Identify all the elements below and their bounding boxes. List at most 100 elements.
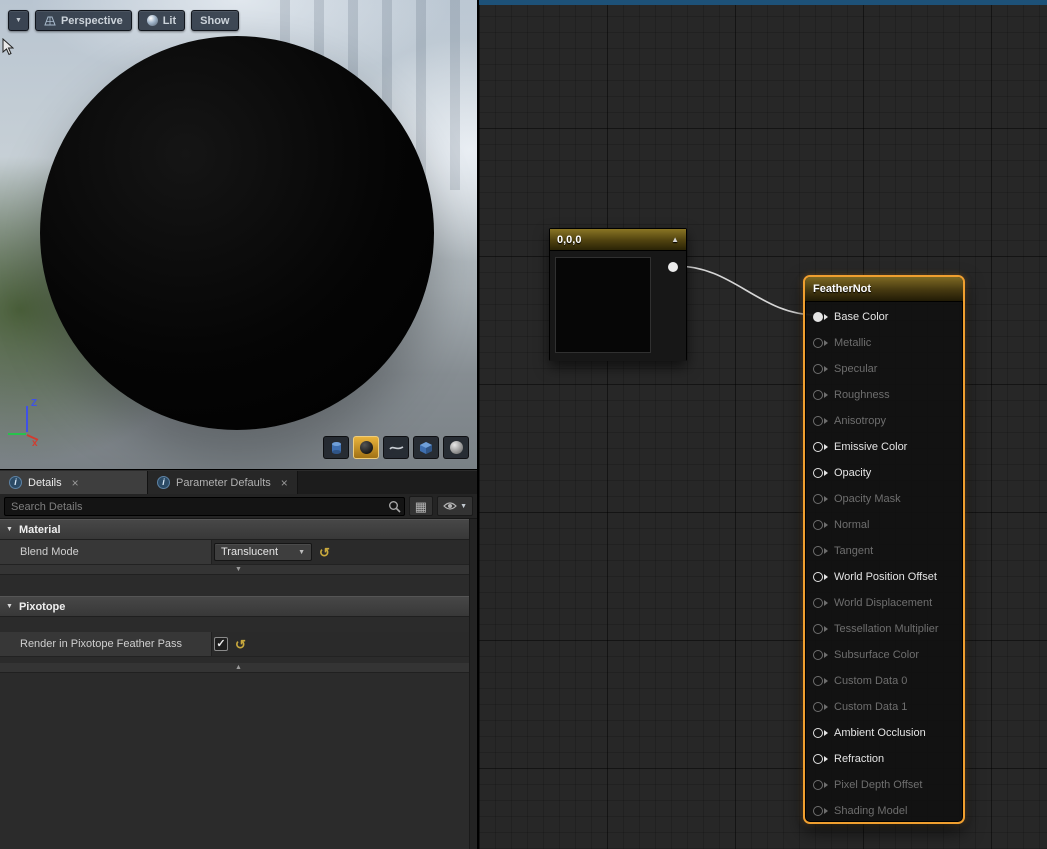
- pin-circle-icon[interactable]: [813, 572, 823, 582]
- cylinder-icon: [330, 441, 343, 455]
- pin-roughness[interactable]: Roughness: [805, 382, 963, 408]
- pin-circle-icon[interactable]: [813, 598, 823, 608]
- pin-custom-data-1[interactable]: Custom Data 1: [805, 694, 963, 720]
- material-preview-viewport[interactable]: ▼ Perspective Lit Show Z: [0, 0, 477, 470]
- search-details-input[interactable]: [4, 497, 405, 516]
- color-preview-swatch: [555, 257, 651, 353]
- pin-specular[interactable]: Specular: [805, 356, 963, 382]
- preview-sphere-button[interactable]: [353, 436, 379, 459]
- pin-world-displacement[interactable]: World Displacement: [805, 590, 963, 616]
- pin-circle-icon[interactable]: [813, 442, 823, 452]
- perspective-icon: [44, 16, 56, 26]
- chevron-down-icon: ▼: [15, 17, 22, 24]
- expand-arrow-icon: ▼: [6, 603, 13, 610]
- preview-cylinder-button[interactable]: [323, 436, 349, 459]
- preview-mesh-buttons: [323, 436, 469, 459]
- pin-circle-icon[interactable]: [813, 468, 823, 478]
- constant-node-header[interactable]: 0,0,0 ▲: [550, 229, 686, 251]
- view-options-button[interactable]: ▼: [437, 496, 473, 516]
- preview-cube-button[interactable]: [413, 436, 439, 459]
- pin-label: Opacity: [834, 467, 871, 479]
- pin-normal[interactable]: Normal: [805, 512, 963, 538]
- pin-circle-icon[interactable]: [813, 520, 823, 530]
- tab-parameter-defaults[interactable]: i Parameter Defaults ×: [148, 471, 298, 494]
- details-scrollbar[interactable]: [469, 519, 477, 849]
- collapse-icon[interactable]: ▲: [671, 235, 679, 244]
- feather-pass-checkbox[interactable]: ✓: [214, 637, 228, 651]
- plane-curve-icon: [389, 444, 404, 452]
- pin-circle-icon[interactable]: [813, 390, 823, 400]
- pin-subsurface-color[interactable]: Subsurface Color: [805, 642, 963, 668]
- pin-label: Tangent: [834, 545, 873, 557]
- advanced-expander-pixotope[interactable]: ▲: [0, 663, 477, 673]
- pin-circle-icon[interactable]: [813, 728, 823, 738]
- pin-custom-data-0[interactable]: Custom Data 0: [805, 668, 963, 694]
- pin-circle-icon[interactable]: [813, 312, 823, 322]
- active-window-highlight-bar: [479, 0, 1047, 5]
- sphere-icon: [360, 441, 373, 454]
- section-header-pixotope[interactable]: ▼ Pixotope: [0, 596, 477, 617]
- pin-circle-icon[interactable]: [813, 364, 823, 374]
- pin-world-position-offset[interactable]: World Position Offset: [805, 564, 963, 590]
- blend-mode-value: Translucent: [221, 546, 278, 558]
- reset-to-default-icon[interactable]: ↺: [235, 638, 246, 651]
- show-button[interactable]: Show: [191, 10, 238, 31]
- preview-teapot-button[interactable]: [443, 436, 469, 459]
- pin-circle-icon[interactable]: [813, 650, 823, 660]
- perspective-button[interactable]: Perspective: [35, 10, 132, 31]
- pin-circle-icon[interactable]: [813, 546, 823, 556]
- pin-metallic[interactable]: Metallic: [805, 330, 963, 356]
- pin-opacity-mask[interactable]: Opacity Mask: [805, 486, 963, 512]
- close-icon[interactable]: ×: [72, 476, 79, 490]
- pin-anisotropy[interactable]: Anisotropy: [805, 408, 963, 434]
- info-icon: i: [157, 476, 170, 489]
- pin-label: World Displacement: [834, 597, 932, 609]
- output-pin[interactable]: [668, 262, 678, 272]
- chevron-down-icon: ▼: [235, 566, 242, 573]
- advanced-expander-material[interactable]: ▼: [0, 565, 477, 575]
- details-tabbar: i Details × i Parameter Defaults ×: [0, 471, 477, 494]
- pin-circle-icon[interactable]: [813, 806, 823, 816]
- constant-color-node[interactable]: 0,0,0 ▲: [549, 228, 687, 361]
- reset-to-default-icon[interactable]: ↺: [319, 546, 330, 559]
- pin-tessellation-multiplier[interactable]: Tessellation Multiplier: [805, 616, 963, 642]
- section-header-material[interactable]: ▼ Material: [0, 519, 477, 540]
- material-node-header[interactable]: FeatherNot: [805, 277, 963, 302]
- pin-circle-icon[interactable]: [813, 676, 823, 686]
- preview-plane-button[interactable]: [383, 436, 409, 459]
- pin-circle-icon[interactable]: [813, 624, 823, 634]
- constant-node-title: 0,0,0: [557, 234, 581, 246]
- pin-base-color[interactable]: Base Color: [805, 304, 963, 330]
- pin-ambient-occlusion[interactable]: Ambient Occlusion: [805, 720, 963, 746]
- pin-label: Custom Data 0: [834, 675, 907, 687]
- pin-circle-icon[interactable]: [813, 338, 823, 348]
- pin-label: Refraction: [834, 753, 884, 765]
- blend-mode-row: Blend Mode Translucent ▼ ↺: [0, 540, 477, 565]
- pin-circle-icon[interactable]: [813, 494, 823, 504]
- pin-shading-model[interactable]: Shading Model: [805, 798, 963, 824]
- pin-label: Tessellation Multiplier: [834, 623, 939, 635]
- chevron-down-icon: ▼: [298, 549, 305, 556]
- pin-pixel-depth-offset[interactable]: Pixel Depth Offset: [805, 772, 963, 798]
- pin-circle-icon[interactable]: [813, 780, 823, 790]
- tab-details[interactable]: i Details ×: [0, 471, 148, 494]
- pin-refraction[interactable]: Refraction: [805, 746, 963, 772]
- blend-mode-dropdown[interactable]: Translucent ▼: [214, 543, 312, 561]
- material-graph-canvas[interactable]: 0,0,0 ▲ FeatherNot Base ColorMetallicSpe…: [477, 0, 1047, 849]
- chevron-up-icon: ▲: [235, 664, 242, 671]
- pin-circle-icon[interactable]: [813, 754, 823, 764]
- tab-parameter-defaults-label: Parameter Defaults: [176, 477, 271, 489]
- pin-opacity[interactable]: Opacity: [805, 460, 963, 486]
- pin-tangent[interactable]: Tangent: [805, 538, 963, 564]
- lit-button[interactable]: Lit: [138, 10, 185, 31]
- material-node-title: FeatherNot: [813, 283, 871, 295]
- display-filter-button[interactable]: ▦: [409, 496, 433, 516]
- close-icon[interactable]: ×: [281, 476, 288, 490]
- pin-circle-icon[interactable]: [813, 702, 823, 712]
- pin-circle-icon[interactable]: [813, 416, 823, 426]
- pin-emissive-color[interactable]: Emissive Color: [805, 434, 963, 460]
- pin-label: Emissive Color: [834, 441, 907, 453]
- spacer: [0, 575, 477, 596]
- material-result-node[interactable]: FeatherNot Base ColorMetallicSpecularRou…: [803, 275, 965, 824]
- viewport-options-button[interactable]: ▼: [8, 10, 29, 31]
